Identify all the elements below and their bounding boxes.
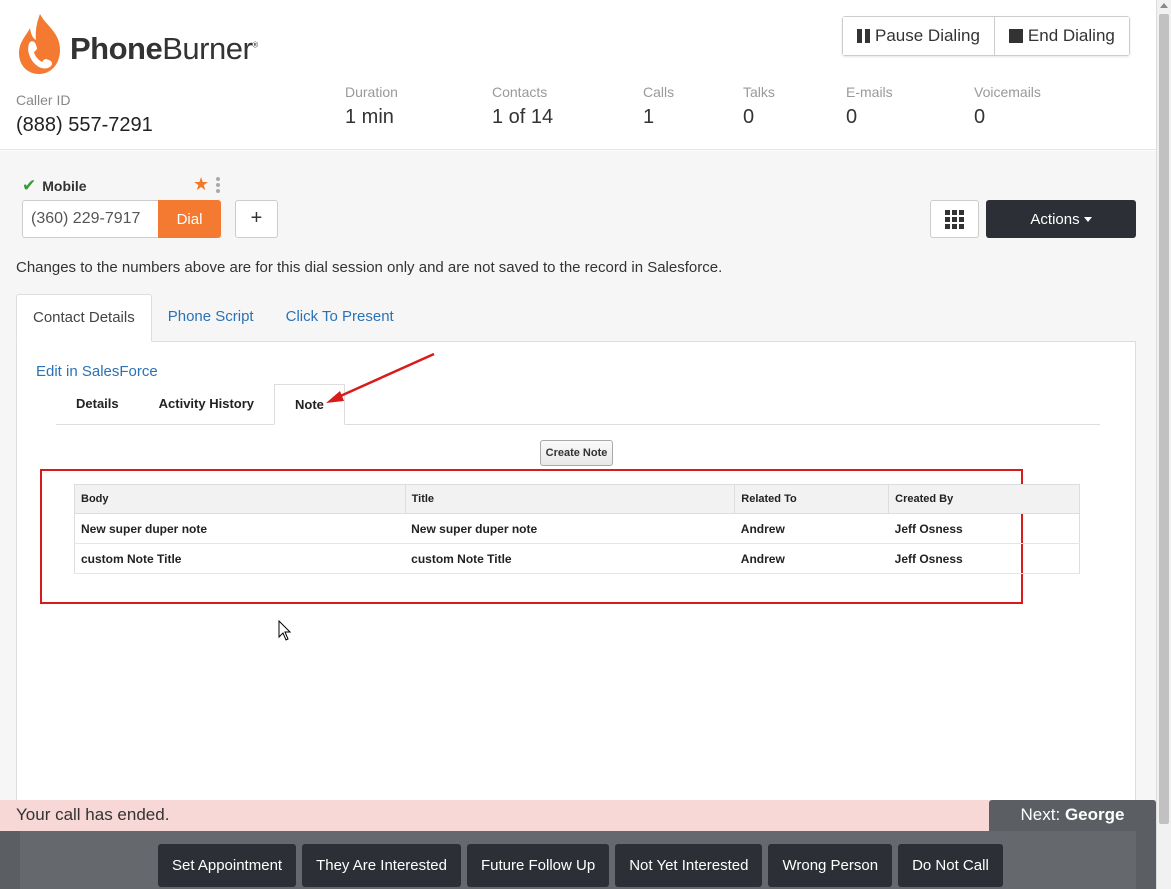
column-header-created-by: Created By: [888, 484, 1080, 514]
table-header-row: Body Title Related To Created By: [74, 484, 1080, 514]
stat-value: 0: [743, 106, 755, 128]
stat-label: Calls: [643, 84, 675, 100]
pause-dialing-button[interactable]: Pause Dialing: [843, 17, 994, 55]
stat-value: 0: [974, 106, 986, 128]
caller-id-label: Caller ID: [16, 92, 71, 108]
cell-title: New super duper note: [405, 513, 735, 544]
subtab-activity-history[interactable]: Activity History: [139, 384, 274, 424]
tab-phone-script[interactable]: Phone Script: [152, 294, 270, 342]
next-contact-name: George: [1064, 805, 1125, 824]
actions-label: Actions: [1030, 210, 1080, 228]
cell-body: custom Note Title: [74, 543, 406, 574]
stat-calls: Calls 1: [643, 84, 674, 129]
stat-talks: Talks 0: [743, 84, 775, 129]
star-icon[interactable]: ★: [193, 174, 209, 195]
table-row[interactable]: custom Note Title custom Note Title Andr…: [74, 543, 1080, 574]
stat-value: 1 min: [345, 106, 394, 128]
end-dialing-label: End Dialing: [1027, 26, 1115, 45]
they-are-interested-button[interactable]: They Are Interested: [302, 844, 461, 887]
column-header-body: Body: [74, 484, 406, 514]
wrong-person-button[interactable]: Wrong Person: [768, 844, 893, 887]
notes-table: Body Title Related To Created By New sup…: [74, 484, 1080, 574]
column-header-related-to: Related To: [734, 484, 889, 514]
next-prefix: Next:: [1020, 805, 1061, 824]
grid-icon: [945, 209, 964, 229]
contact-subtabs: Details Activity History Note: [56, 384, 1100, 425]
phoneburner-logo: PhoneBurner®: [16, 12, 258, 76]
stat-label: Duration: [345, 84, 398, 100]
stat-duration: Duration 1 min: [345, 84, 398, 129]
check-icon: ✔: [22, 176, 37, 195]
do-not-call-button[interactable]: Do Not Call: [898, 844, 1003, 887]
stat-label: Contacts: [492, 84, 548, 100]
end-dialing-button[interactable]: End Dialing: [993, 17, 1129, 55]
tab-click-to-present[interactable]: Click To Present: [270, 294, 410, 342]
stat-label: Voicemails: [974, 84, 1041, 100]
mouse-cursor-icon: [278, 620, 292, 641]
keypad-button[interactable]: [930, 200, 979, 238]
not-yet-interested-button[interactable]: Not Yet Interested: [615, 844, 763, 887]
scroll-up-arrow-icon[interactable]: [1160, 3, 1168, 8]
cell-body: New super duper note: [74, 513, 406, 544]
stat-value: 0: [846, 106, 858, 128]
cell-title: custom Note Title: [405, 543, 735, 574]
edit-in-salesforce-link[interactable]: Edit in SalesForce: [36, 363, 158, 380]
main-tabs: Contact Details Phone Script Click To Pr…: [16, 294, 410, 342]
stat-value: 1 of 14: [492, 106, 554, 128]
annotation-arrow-icon: [326, 352, 435, 403]
column-header-title: Title: [404, 484, 735, 514]
more-options-icon[interactable]: [216, 177, 220, 193]
stat-label: E-mails: [846, 84, 893, 100]
set-appointment-button[interactable]: Set Appointment: [158, 844, 297, 887]
create-note-button[interactable]: Create Note: [540, 440, 613, 466]
pause-icon: [857, 29, 870, 43]
phone-type-text: Mobile: [42, 178, 87, 194]
tab-contact-details[interactable]: Contact Details: [16, 294, 152, 342]
add-number-button[interactable]: +: [235, 200, 278, 238]
disposition-buttons: Set Appointment They Are Interested Futu…: [158, 844, 1003, 887]
cell-related-to: Andrew: [734, 513, 889, 544]
stat-emails: E-mails 0: [846, 84, 893, 129]
cell-created-by: Jeff Osness: [888, 543, 1080, 574]
call-status-bar: Your call has ended.: [0, 800, 1156, 831]
pause-dialing-label: Pause Dialing: [875, 26, 980, 45]
stat-voicemails: Voicemails 0: [974, 84, 1041, 129]
phone-number-input[interactable]: [22, 200, 159, 238]
caret-down-icon: [1083, 216, 1092, 222]
logo-wordmark: PhoneBurner®: [70, 31, 258, 66]
header: PhoneBurner® Caller ID (888) 557-7291 Du…: [0, 0, 1156, 150]
scroll-thumb[interactable]: [1159, 14, 1169, 824]
table-row[interactable]: New super duper note New super duper not…: [74, 513, 1080, 544]
stat-value: 1: [643, 106, 655, 128]
future-follow-up-button[interactable]: Future Follow Up: [466, 844, 610, 887]
stat-label: Talks: [743, 84, 775, 100]
cell-related-to: Andrew: [734, 543, 889, 574]
cell-created-by: Jeff Osness: [888, 513, 1080, 544]
stop-icon: [1008, 29, 1023, 43]
caller-id-value: (888) 557-7291: [16, 114, 153, 136]
dial-button[interactable]: Dial: [158, 200, 221, 238]
subtab-details[interactable]: Details: [56, 384, 139, 424]
session-notice: Changes to the numbers above are for thi…: [16, 259, 723, 276]
next-contact-indicator: Next: George: [989, 800, 1156, 831]
dialing-controls: Pause Dialing End Dialing: [842, 16, 1130, 56]
page-scrollbar[interactable]: [1156, 0, 1171, 889]
flame-phone-icon: [19, 14, 60, 74]
actions-dropdown-button[interactable]: Actions: [986, 200, 1136, 238]
phone-type-label: ✔ Mobile: [22, 176, 87, 196]
stat-contacts: Contacts 1 of 14: [492, 84, 553, 129]
